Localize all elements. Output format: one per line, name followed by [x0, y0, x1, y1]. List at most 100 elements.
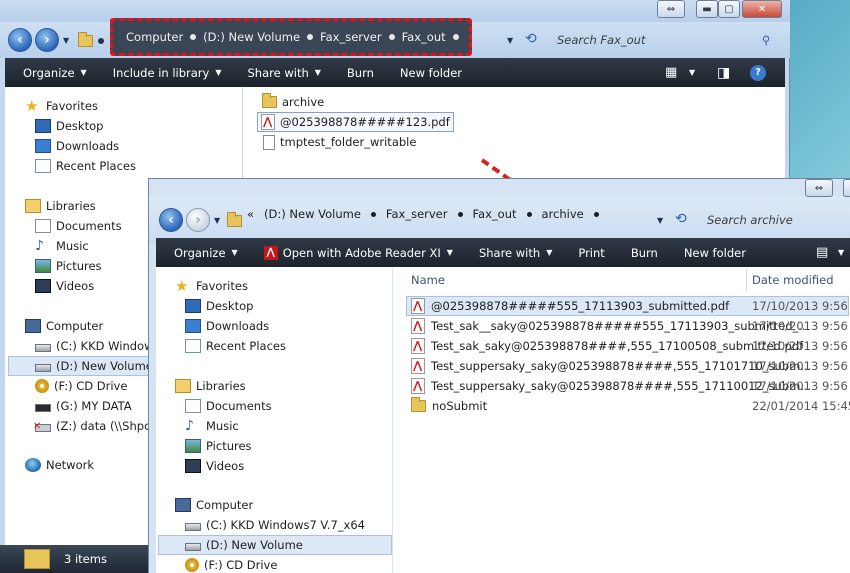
forward-arrow-icon[interactable]: › — [35, 28, 59, 52]
list-item[interactable]: tmptest_folder_writable — [263, 132, 416, 152]
refresh-icon[interactable]: ⟲ — [525, 31, 537, 47]
nav-drive-g[interactable]: (G:) MY DATA — [35, 396, 132, 416]
recent-places-icon — [185, 339, 201, 353]
pdf-icon — [411, 298, 425, 314]
breadcrumb-d-new-volume[interactable]: (D:) New Volume — [264, 207, 361, 221]
search-icon[interactable]: ⚲ — [762, 33, 770, 47]
organize-button[interactable]: Organize ▼ — [5, 66, 100, 80]
file-name: noSubmit — [432, 399, 488, 413]
nav-label: Videos — [56, 279, 95, 293]
view-options-icon[interactable]: ▦ — [665, 65, 677, 80]
include-in-library-button[interactable]: Include in library ▼ — [100, 66, 235, 80]
open-with-adobe-reader-button[interactable]: ⋀ Open with Adobe Reader XI ▼ — [251, 245, 466, 260]
nav-videos[interactable]: Videos — [185, 456, 244, 476]
view-options-icon[interactable]: ▤ — [816, 245, 828, 260]
print-button[interactable]: Print — [565, 246, 617, 260]
new-folder-button[interactable]: New folder — [671, 246, 759, 260]
nav-libraries[interactable]: Libraries — [25, 196, 96, 216]
breadcrumb-d-new-volume[interactable]: (D:) New Volume — [203, 30, 300, 44]
help-icon[interactable]: ? — [750, 64, 766, 81]
breadcrumb-fax-server[interactable]: Fax_server — [320, 30, 382, 44]
recent-pages-dropdown-icon[interactable]: ▼ — [214, 216, 220, 225]
breadcrumb-overflow[interactable]: « — [247, 207, 254, 221]
address-bar-highlighted[interactable]: Computer (D:) New Volume Fax_server Fax_… — [110, 18, 472, 56]
nav-computer[interactable]: Computer — [25, 316, 103, 336]
nav-downloads[interactable]: Downloads — [35, 136, 119, 156]
view-dropdown-icon[interactable]: ▼ — [838, 248, 844, 257]
nav-documents[interactable]: Documents — [185, 396, 272, 416]
disconnected-network-drive-icon — [33, 421, 51, 432]
organize-button[interactable]: Organize ▼ — [156, 246, 251, 260]
refresh-icon[interactable]: ⟲ — [675, 211, 687, 227]
nav-documents[interactable]: Documents — [35, 216, 122, 236]
nav-recent-places[interactable]: Recent Places — [185, 336, 286, 356]
nav-favorites[interactable]: ★ Favorites — [175, 276, 248, 296]
breadcrumb-fax-server[interactable]: Fax_server — [386, 207, 448, 221]
table-row[interactable]: noSubmit — [411, 396, 487, 416]
forward-arrow-icon[interactable]: › — [186, 208, 210, 232]
nav-drive-z[interactable]: (Z:) data (\\Shpc_s — [33, 416, 163, 436]
burn-button[interactable]: Burn — [334, 66, 387, 80]
burn-label: Burn — [346, 65, 374, 80]
search-input[interactable]: Search Fax_out ⚲ — [557, 28, 779, 52]
breadcrumb-fax-out[interactable]: Fax_out — [473, 207, 517, 221]
pdf-icon — [411, 378, 425, 394]
column-header-name[interactable]: Name — [411, 269, 445, 291]
breadcrumb-separator — [526, 211, 532, 217]
restore-icon[interactable]: ⇔ — [805, 179, 833, 197]
burn-button[interactable]: Burn — [618, 246, 671, 260]
nav-desktop[interactable]: Desktop — [185, 296, 253, 316]
breadcrumb-separator — [388, 34, 395, 40]
hard-drive-icon — [185, 543, 201, 551]
nav-libraries[interactable]: Libraries — [175, 376, 246, 396]
search-input[interactable]: Search archive — [707, 208, 847, 232]
nav-computer[interactable]: Computer — [175, 495, 253, 515]
close-button[interactable]: ✕ — [742, 0, 782, 18]
nav-videos[interactable]: Videos — [35, 276, 94, 296]
breadcrumb-fax-out[interactable]: Fax_out — [402, 30, 446, 44]
share-with-button[interactable]: Share with ▼ — [466, 246, 565, 260]
nav-network[interactable]: Network — [25, 455, 94, 475]
nav-downloads[interactable]: Downloads — [185, 316, 269, 336]
minimize-button[interactable] — [843, 179, 850, 197]
maximize-button[interactable]: ▢ — [718, 0, 740, 18]
table-row[interactable]: Test_sak_saky@025398878####,555_17100508… — [411, 336, 803, 356]
new-folder-button[interactable]: New folder — [387, 66, 475, 80]
recent-pages-dropdown-icon[interactable]: ▼ — [63, 36, 69, 45]
breadcrumb-archive[interactable]: archive — [542, 207, 584, 221]
restore-icon[interactable]: ⇔ — [657, 0, 685, 18]
nav-recent-places[interactable]: Recent Places — [35, 156, 136, 176]
nav-drive-f[interactable]: (F:) CD Drive — [35, 376, 127, 396]
nav-label: (Z:) data (\\Shpc_s — [56, 419, 163, 433]
nav-drive-c[interactable]: (C:) KKD Windows7 V.7_x64 — [185, 515, 365, 535]
address-dropdown-icon[interactable]: ▼ — [507, 36, 513, 45]
address-bar[interactable]: « (D:) New Volume Fax_server Fax_out arc… — [247, 201, 599, 227]
downloads-icon — [185, 319, 201, 333]
nav-drive-f[interactable]: (F:) CD Drive — [185, 555, 277, 573]
back-arrow-icon[interactable]: ‹ — [159, 208, 183, 232]
nav-favorites[interactable]: ★ Favorites — [25, 96, 98, 116]
share-with-button[interactable]: Share with ▼ — [235, 66, 334, 80]
preview-pane-icon[interactable]: ◨ — [717, 65, 730, 81]
column-label: Name — [411, 273, 445, 287]
nav-pictures[interactable]: Pictures — [185, 436, 252, 456]
nav-desktop[interactable]: Desktop — [35, 116, 103, 136]
column-header-date-modified[interactable]: Date modified — [752, 269, 834, 291]
file-name: archive — [282, 95, 325, 109]
nav-music[interactable]: ♪ Music — [35, 236, 89, 256]
back-arrow-icon[interactable]: ‹ — [8, 28, 32, 52]
videos-icon — [35, 279, 51, 293]
minimize-button[interactable]: ▬ — [696, 0, 718, 18]
view-dropdown-icon[interactable]: ▼ — [689, 68, 695, 77]
list-item[interactable]: @025398878#####123.pdf — [257, 112, 454, 132]
nav-label: (F:) CD Drive — [54, 379, 128, 393]
nav-drive-c[interactable]: (C:) KKD Windows7 — [35, 336, 167, 356]
nav-drive-d[interactable]: (D:) New Volume — [158, 535, 392, 555]
nav-pictures[interactable]: Pictures — [35, 256, 102, 276]
nav-music[interactable]: ♪ Music — [185, 416, 239, 436]
address-dropdown-icon[interactable]: ▼ — [657, 216, 663, 225]
breadcrumb-computer[interactable]: Computer — [126, 30, 183, 44]
list-item[interactable]: archive — [262, 92, 324, 112]
table-row[interactable]: Test_sak__saky@025398878#####555_1711390… — [411, 316, 809, 336]
removable-drive-icon — [35, 404, 51, 412]
